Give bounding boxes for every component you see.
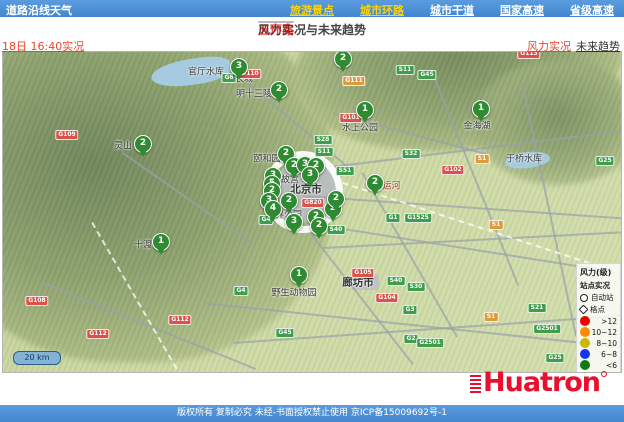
diamond-symbol-icon — [579, 305, 589, 315]
wind-station-marker[interactable]: 1 — [472, 100, 490, 118]
road-badge: G25 — [595, 156, 614, 166]
wind-station-marker[interactable]: 2 — [327, 190, 345, 208]
wind-station-marker[interactable]: 3 — [301, 166, 319, 184]
road-badge: G105 — [351, 268, 374, 278]
road-badge: G111 — [342, 76, 365, 86]
page-title-road-name: 五环路 — [258, 21, 294, 23]
wind-station-marker[interactable]: 2 — [366, 174, 384, 192]
registered-mark-icon — [601, 371, 607, 377]
legend-station-type-row: 格点 — [580, 304, 617, 315]
top-navigation-bar: 道路沿线天气 旅游景点 城市环路 城市干道 国家高速 省级高速 — [0, 0, 624, 17]
road-badge: G820 — [301, 198, 324, 208]
logo-text: Huatron — [483, 368, 600, 398]
wind-station-marker[interactable]: 2 — [310, 217, 328, 235]
legend-label: <6 — [606, 361, 617, 370]
road-badge: S40 — [327, 225, 346, 235]
legend-level-row: 6~8 — [580, 349, 617, 359]
legend-label: 8~10 — [596, 339, 617, 348]
map-place-label: 野生动物园 — [271, 286, 316, 299]
road-badge: G104 — [375, 293, 398, 303]
legend-level-row: 10~12 — [580, 327, 617, 337]
wind-station-marker[interactable]: 1 — [152, 233, 170, 251]
wind-station-marker[interactable]: 3 — [230, 58, 248, 76]
site-brand: 道路沿线天气 — [6, 2, 72, 18]
legend-label: 10~12 — [592, 328, 617, 337]
map-place-label: 明十三陵 — [236, 87, 272, 100]
legend-station-type-row: 自动站 — [580, 292, 617, 303]
road-badge: S11 — [396, 65, 415, 75]
map-place-label: 官厅水库 — [188, 65, 224, 78]
wind-level-dot-icon — [580, 338, 590, 348]
copyright-text: 版权所有 复制必究 未经-书面授权禁止使用 京ICP备15009692号-1 — [0, 405, 624, 422]
observation-time-link[interactable]: 18日 16:40实况 — [2, 38, 84, 54]
road-badge: S21 — [528, 303, 547, 313]
tab-future-trend[interactable]: 未来趋势 — [576, 38, 620, 54]
page-title: 五环路风力实况与未来趋势 — [0, 21, 624, 38]
road-badge: S40 — [387, 276, 406, 286]
road-badge: G1525 — [404, 213, 432, 223]
wind-station-marker[interactable]: 2 — [134, 135, 152, 153]
legend-level-row: >12 — [580, 316, 617, 326]
legend-label: 自动站 — [591, 292, 614, 303]
map-place-label: 灵山 — [114, 139, 132, 152]
wind-level-dot-icon — [580, 316, 590, 326]
road-badge: G4 — [233, 286, 248, 296]
wind-station-marker[interactable]: 1 — [290, 266, 308, 284]
wind-level-dot-icon — [580, 327, 590, 337]
nav-item-provincial-expressways[interactable]: 省级高速 — [570, 2, 614, 18]
tab-wind-now[interactable]: 风力实况 — [527, 38, 571, 54]
wind-station-marker[interactable]: 2 — [334, 51, 352, 68]
road-badge: G45 — [417, 70, 436, 80]
top-nav: 旅游景点 城市环路 城市干道 国家高速 省级高速 — [290, 2, 614, 18]
wind-station-marker[interactable]: 1 — [356, 101, 374, 119]
road-badge: G102 — [441, 165, 464, 175]
view-switcher: 风力实况 未来趋势 — [527, 38, 620, 54]
road-badge: G112 — [86, 329, 109, 339]
road-badge: G108 — [25, 296, 48, 306]
legend-label: 6~8 — [601, 350, 617, 359]
road-badge: G109 — [55, 130, 78, 140]
terrain-map[interactable]: G110G113G6G111G109G101G105G104G102G108G1… — [2, 51, 622, 373]
circle-symbol-icon — [580, 294, 588, 302]
nav-item-scenic-spots[interactable]: 旅游景点 — [290, 2, 334, 18]
map-place-label: 于桥水库 — [506, 152, 542, 165]
road-badge: G112 — [168, 315, 191, 325]
legend-subtitle: 站点实况 — [580, 280, 617, 291]
app-window: 道路沿线天气 旅游景点 城市环路 城市干道 国家高速 省级高速 五环路风力实况与… — [0, 0, 624, 422]
legend-rows: 自动站格点 >12 10~12 8~10 6~8 <6 — [580, 292, 617, 370]
logo-stripes-icon — [470, 375, 481, 395]
legend-label: 格点 — [590, 304, 605, 315]
nav-item-national-expressways[interactable]: 国家高速 — [500, 2, 544, 18]
road-badge: S1 — [489, 220, 504, 230]
legend-level-row: 8~10 — [580, 338, 617, 348]
footer-bar: 版权所有 复制必究 未经-书面授权禁止使用 京ICP备15009692号-1 — [0, 405, 624, 422]
road-badge: S28 — [314, 135, 333, 145]
road-badge: G1 — [385, 213, 400, 223]
map-place-label: 十渡 — [134, 238, 152, 251]
wind-station-marker[interactable]: 2 — [280, 192, 298, 210]
nav-item-city-ring-roads[interactable]: 城市环路 — [360, 2, 404, 18]
map-overlay-layer: G110G113G6G111G109G101G105G104G102G108G1… — [3, 52, 621, 372]
road-badge: S30 — [407, 282, 426, 292]
road-badge: G2501 — [416, 338, 444, 348]
legend-label: >12 — [601, 317, 617, 326]
road-badge: S1 — [484, 312, 499, 322]
road-badge: G3 — [402, 305, 417, 315]
nav-item-city-arterials[interactable]: 城市干道 — [430, 2, 474, 18]
road-badge: S32 — [402, 149, 421, 159]
road-badge: S11 — [315, 147, 334, 157]
road-badge: G2501 — [533, 324, 561, 334]
road-badge: G45 — [275, 328, 294, 338]
huatron-logo: Huatron — [470, 368, 607, 398]
wind-legend: 风力(级) 站点实况 自动站格点 >12 10~12 8~10 6~8 <6 — [576, 263, 621, 373]
road-badge: S1 — [475, 154, 490, 164]
road-badge: G25 — [545, 353, 564, 363]
legend-title: 风力(级) — [580, 267, 617, 278]
road-badge: S51 — [336, 166, 355, 176]
wind-level-dot-icon — [580, 349, 590, 359]
wind-station-marker[interactable]: 2 — [270, 81, 288, 99]
map-scale-bar: 20 km — [13, 351, 61, 365]
wind-station-marker[interactable]: 3 — [285, 213, 303, 231]
